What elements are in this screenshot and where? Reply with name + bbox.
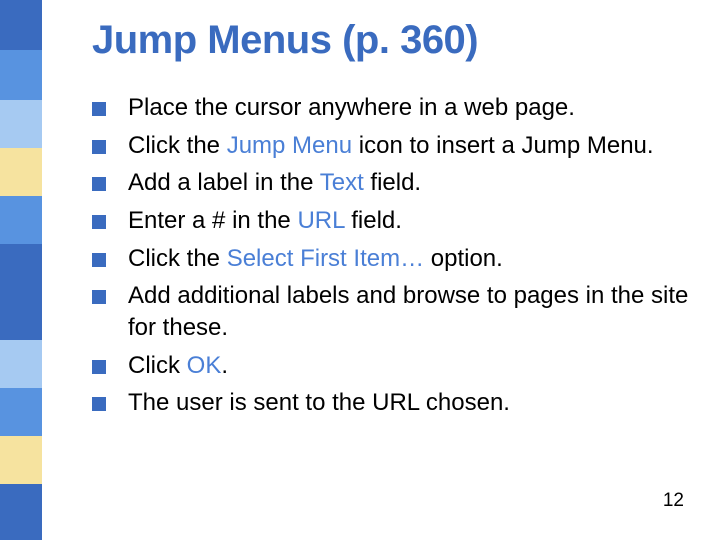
- bullet-text: Place the cursor anywhere in a web page.: [128, 92, 692, 124]
- keyword-link: Select First Item…: [227, 245, 424, 272]
- text-run: field.: [364, 169, 421, 196]
- text-run: icon to insert a Jump Menu.: [352, 132, 653, 159]
- keyword-link: Text: [320, 169, 364, 196]
- keyword-link: Jump Menu: [227, 132, 352, 159]
- bullet-item: Add additional labels and browse to page…: [92, 280, 692, 343]
- sidebar-stripe: [0, 50, 42, 100]
- bullet-text: Add additional labels and browse to page…: [128, 280, 692, 343]
- bullet-text: Click the Jump Menu icon to insert a Jum…: [128, 130, 692, 162]
- square-bullet-icon: [92, 253, 106, 267]
- bullet-list: Place the cursor anywhere in a web page.…: [92, 92, 692, 425]
- square-bullet-icon: [92, 360, 106, 374]
- keyword-link: URL: [297, 207, 344, 234]
- sidebar-stripe: [0, 148, 42, 196]
- text-run: Click the: [128, 245, 227, 272]
- bullet-text: Click OK.: [128, 350, 692, 382]
- sidebar-stripe: [0, 436, 42, 484]
- text-run: option.: [424, 245, 503, 272]
- sidebar-stripe: [0, 340, 42, 388]
- bullet-item: Add a label in the Text field.: [92, 167, 692, 199]
- bullet-item: Click the Jump Menu icon to insert a Jum…: [92, 130, 692, 162]
- keyword-link: OK: [187, 352, 222, 379]
- square-bullet-icon: [92, 177, 106, 191]
- text-run: field.: [345, 207, 402, 234]
- sidebar-stripe: [0, 244, 42, 292]
- decorative-sidebar: [0, 0, 42, 540]
- bullet-item: Place the cursor anywhere in a web page.: [92, 92, 692, 124]
- page-number: 12: [663, 490, 684, 512]
- bullet-item: Click the Select First Item… option.: [92, 243, 692, 275]
- text-run: Click: [128, 352, 187, 379]
- text-run: .: [221, 352, 228, 379]
- slide-title: Jump Menus (p. 360): [92, 18, 478, 63]
- square-bullet-icon: [92, 215, 106, 229]
- bullet-text: Click the Select First Item… option.: [128, 243, 692, 275]
- bullet-item: Enter a # in the URL field.: [92, 205, 692, 237]
- bullet-text: The user is sent to the URL chosen.: [128, 387, 692, 419]
- text-run: Add a label in the: [128, 169, 320, 196]
- text-run: Add additional labels and browse to page…: [128, 282, 688, 341]
- sidebar-stripe: [0, 0, 42, 50]
- text-run: Click the: [128, 132, 227, 159]
- sidebar-stripe: [0, 196, 42, 244]
- square-bullet-icon: [92, 397, 106, 411]
- text-run: Place the cursor anywhere in a web page.: [128, 94, 575, 121]
- bullet-text: Add a label in the Text field.: [128, 167, 692, 199]
- square-bullet-icon: [92, 290, 106, 304]
- square-bullet-icon: [92, 102, 106, 116]
- text-run: The user is sent to the URL chosen.: [128, 389, 510, 416]
- text-run: Enter a # in the: [128, 207, 297, 234]
- bullet-text: Enter a # in the URL field.: [128, 205, 692, 237]
- sidebar-stripe: [0, 388, 42, 436]
- bullet-item: Click OK.: [92, 350, 692, 382]
- bullet-item: The user is sent to the URL chosen.: [92, 387, 692, 419]
- sidebar-stripe: [0, 484, 42, 540]
- sidebar-stripe: [0, 100, 42, 148]
- square-bullet-icon: [92, 140, 106, 154]
- sidebar-stripe: [0, 292, 42, 340]
